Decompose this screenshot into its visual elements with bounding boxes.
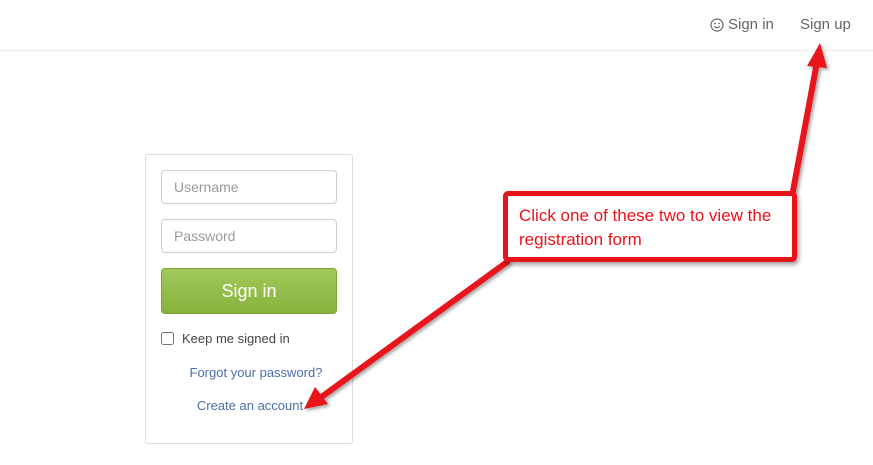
arrow-to-create-account [304,259,510,409]
arrow-to-signup [790,43,827,194]
annotation-callout-box: Click one of these two to view the regis… [503,191,797,262]
annotation-callout-text: Click one of these two to view the regis… [519,206,772,249]
